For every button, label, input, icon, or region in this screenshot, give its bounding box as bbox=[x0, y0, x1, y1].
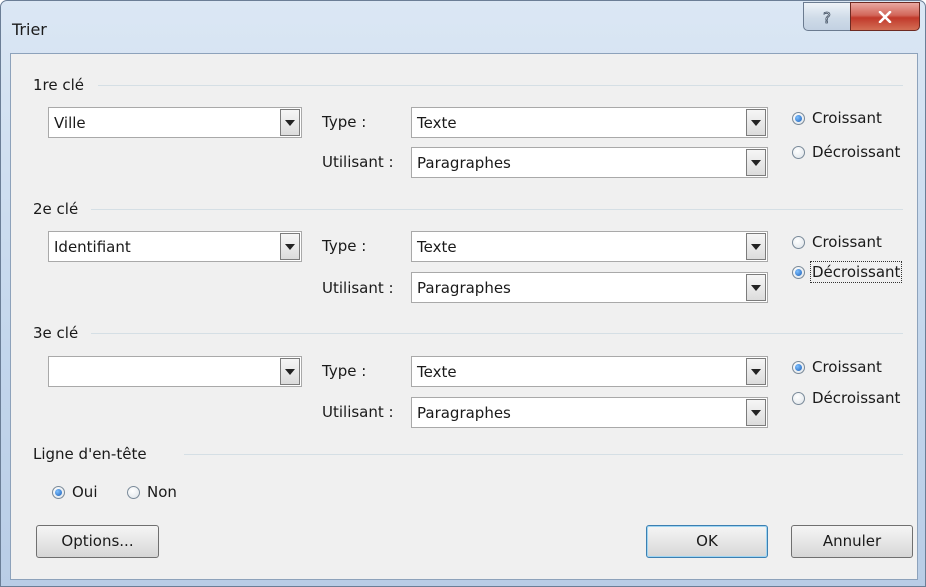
key1-type-value: Texte bbox=[417, 114, 457, 132]
radio-icon bbox=[792, 266, 805, 279]
chevron-down-icon bbox=[285, 244, 295, 250]
key3-using-select[interactable]: Paragraphes bbox=[411, 397, 768, 428]
key2-field-select[interactable]: Identifiant bbox=[48, 231, 302, 262]
key3-type-label: Type : bbox=[322, 362, 367, 380]
key3-separator bbox=[91, 333, 903, 334]
radio-icon bbox=[792, 361, 805, 374]
key2-separator bbox=[91, 209, 903, 210]
header-row-group-label: Ligne d'en-tête bbox=[33, 445, 147, 463]
key1-desc-label: Décroissant bbox=[812, 143, 901, 161]
chevron-down-icon bbox=[751, 160, 761, 166]
key2-asc-label: Croissant bbox=[812, 233, 882, 251]
key1-using-label: Utilisant : bbox=[322, 153, 394, 171]
radio-icon bbox=[792, 112, 805, 125]
key3-asc-label: Croissant bbox=[812, 358, 882, 376]
key3-type-dropdown-button[interactable] bbox=[746, 358, 766, 385]
key1-asc-label: Croissant bbox=[812, 109, 882, 127]
key2-group-label: 2e clé bbox=[33, 200, 79, 218]
radio-icon bbox=[792, 392, 805, 405]
chevron-down-icon bbox=[285, 369, 295, 375]
header-no-label: Non bbox=[147, 483, 177, 501]
chevron-down-icon bbox=[751, 244, 761, 250]
key3-using-value: Paragraphes bbox=[417, 404, 511, 422]
key3-type-select[interactable]: Texte bbox=[411, 356, 768, 387]
title-bar[interactable]: Trier ? bbox=[1, 1, 925, 53]
key1-using-dropdown-button[interactable] bbox=[746, 149, 766, 176]
options-button[interactable]: Options... bbox=[36, 525, 159, 558]
key1-separator bbox=[98, 85, 903, 86]
key2-using-value: Paragraphes bbox=[417, 279, 511, 297]
window-title: Trier bbox=[12, 20, 47, 39]
key3-group-label: 3e clé bbox=[33, 324, 79, 342]
radio-icon bbox=[792, 236, 805, 249]
ok-button-label: OK bbox=[696, 532, 718, 550]
key2-type-value: Texte bbox=[417, 238, 457, 256]
key1-field-select[interactable]: Ville bbox=[48, 107, 302, 138]
key1-group-label: 1re clé bbox=[33, 76, 85, 94]
chevron-down-icon bbox=[751, 120, 761, 126]
radio-icon bbox=[52, 486, 65, 499]
key2-using-select[interactable]: Paragraphes bbox=[411, 272, 768, 303]
key3-desc-label: Décroissant bbox=[812, 389, 901, 407]
key3-field-select[interactable] bbox=[48, 356, 302, 387]
close-button[interactable] bbox=[850, 2, 920, 31]
key2-using-dropdown-button[interactable] bbox=[746, 274, 766, 301]
svg-text:?: ? bbox=[823, 9, 831, 25]
chevron-down-icon bbox=[751, 410, 761, 416]
key2-field-value: Identifiant bbox=[54, 238, 131, 256]
key1-field-dropdown-button[interactable] bbox=[280, 109, 300, 136]
key3-using-dropdown-button[interactable] bbox=[746, 399, 766, 426]
key2-type-dropdown-button[interactable] bbox=[746, 233, 766, 260]
dialog-body: 1re clé Ville Type : Texte Utilisant : P… bbox=[10, 53, 918, 580]
key2-field-dropdown-button[interactable] bbox=[280, 233, 300, 260]
header-row-separator bbox=[184, 454, 903, 455]
help-button[interactable]: ? bbox=[803, 2, 851, 31]
radio-icon bbox=[792, 146, 805, 159]
chevron-down-icon bbox=[751, 369, 761, 375]
chevron-down-icon bbox=[751, 285, 761, 291]
key3-type-value: Texte bbox=[417, 363, 457, 381]
key3-field-dropdown-button[interactable] bbox=[280, 358, 300, 385]
key1-type-dropdown-button[interactable] bbox=[746, 109, 766, 136]
chevron-down-icon bbox=[285, 120, 295, 126]
options-button-label: Options... bbox=[61, 532, 134, 550]
key1-field-value: Ville bbox=[54, 114, 86, 132]
key3-using-label: Utilisant : bbox=[322, 403, 394, 421]
key1-type-select[interactable]: Texte bbox=[411, 107, 768, 138]
help-icon: ? bbox=[823, 9, 832, 25]
ok-button[interactable]: OK bbox=[646, 525, 768, 558]
key2-type-select[interactable]: Texte bbox=[411, 231, 768, 262]
cancel-button[interactable]: Annuler bbox=[791, 525, 913, 558]
sort-dialog: Trier ? 1re clé Ville Type : Texte Utili… bbox=[0, 0, 926, 587]
key2-type-label: Type : bbox=[322, 237, 367, 255]
key2-using-label: Utilisant : bbox=[322, 279, 394, 297]
key1-type-label: Type : bbox=[322, 113, 367, 131]
header-yes-label: Oui bbox=[72, 483, 98, 501]
cancel-button-label: Annuler bbox=[822, 532, 882, 550]
close-icon bbox=[878, 10, 892, 23]
key2-desc-label: Décroissant bbox=[809, 261, 903, 283]
key1-using-select[interactable]: Paragraphes bbox=[411, 147, 768, 178]
key1-using-value: Paragraphes bbox=[417, 154, 511, 172]
radio-icon bbox=[127, 486, 140, 499]
